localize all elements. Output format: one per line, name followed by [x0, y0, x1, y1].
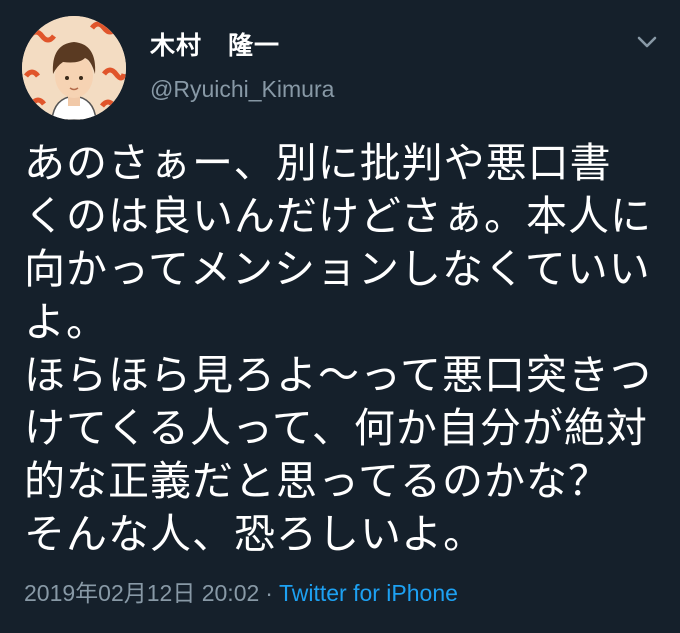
display-name[interactable]: 木村 隆一	[150, 26, 280, 62]
avatar-illustration	[22, 16, 126, 120]
footer-separator: ·	[265, 580, 273, 606]
tweet-source-link[interactable]: Twitter for iPhone	[279, 580, 458, 606]
chevron-down-icon[interactable]	[633, 28, 661, 56]
tweet-timestamp[interactable]: 2019年02月12日 20:02	[24, 580, 259, 606]
user-handle[interactable]: @Ryuichi_Kimura	[150, 76, 334, 103]
tweet-body-line: ほらほら見ろよ〜って悪口突きつ	[24, 351, 652, 399]
tweet-body: あのさぁー、別に批判や悪口書 くのは良いんだけどさぁ。本人に 向かってメンション…	[24, 137, 664, 561]
tweet-footer: 2019年02月12日 20:02 · Twitter for iPhone	[24, 574, 458, 608]
tweet-body-line: 向かってメンションしなくていい	[24, 245, 651, 293]
tweet-body-line: あのさぁー、別に批判や悪口書	[24, 139, 612, 187]
tweet-body-line: そんな人、恐ろしいよ。	[24, 510, 486, 558]
tweet-body-line: くのは良いんだけどさぁ。本人に	[24, 192, 652, 240]
tweet-body-line: よ。	[24, 298, 108, 346]
tweet-card: 木村 隆一 @Ryuichi_Kimura あのさぁー、別に批判や悪口書 くのは…	[0, 0, 680, 633]
tweet-body-line: 的な正義だと思ってるのかな？	[24, 457, 610, 505]
tweet-body-line: けてくる人って、何か自分が絶対	[24, 404, 648, 452]
avatar[interactable]	[22, 16, 126, 120]
